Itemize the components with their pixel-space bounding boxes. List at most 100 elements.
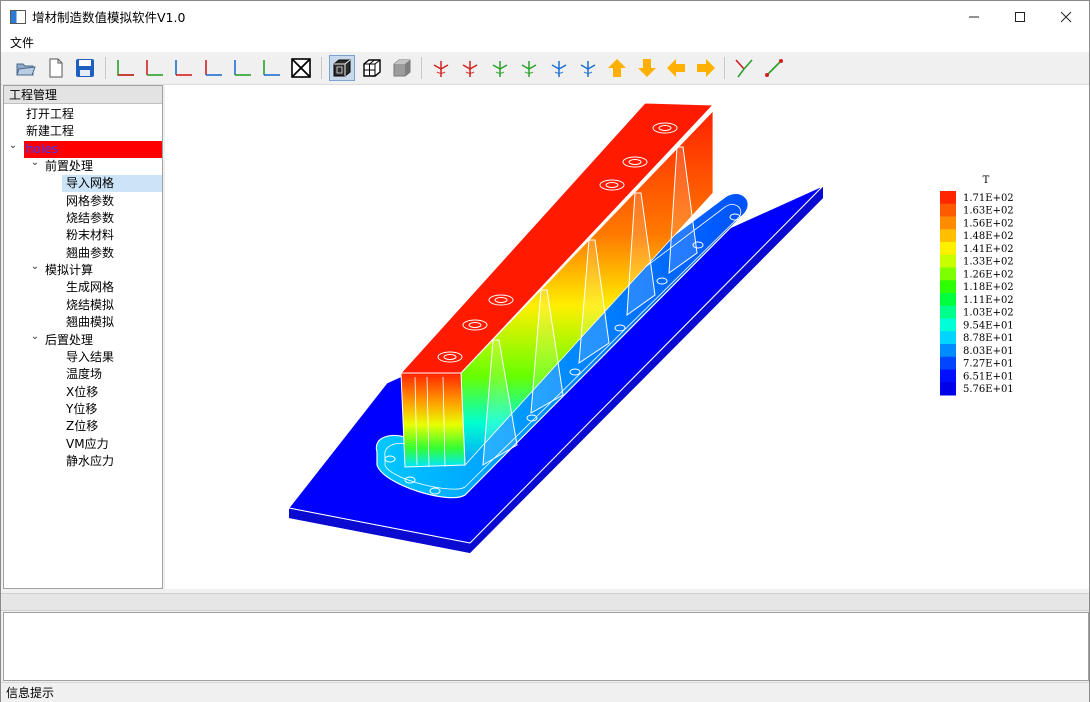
- tree-powder-material[interactable]: 粉末材料: [66, 227, 114, 244]
- zoom-out-line-icon: [765, 59, 783, 77]
- toolbar: [1, 52, 1089, 85]
- legend-swatch: [940, 331, 956, 345]
- tree-temperature-field[interactable]: 温度场: [66, 366, 102, 383]
- model-render[interactable]: T 1.71E+02 1.63E+021.56E+02 1.48E+02 1.41E+…: [165, 85, 1089, 589]
- tree-sinter-sim[interactable]: 烧结模拟: [66, 297, 114, 314]
- open-folder-button[interactable]: [13, 55, 39, 81]
- tree-hydrostatic-stress[interactable]: 静水应力: [66, 453, 114, 470]
- legend-label: 1.71E+02: [963, 193, 1014, 204]
- legend-label: 1.11E+02: [963, 295, 1014, 306]
- minimize-icon: [969, 16, 979, 17]
- close-icon: [1060, 11, 1072, 22]
- legend-label: 8.03E+01: [963, 346, 1014, 357]
- rotate-y-plus-icon: [492, 61, 508, 77]
- solid-mode-button[interactable]: [389, 55, 415, 81]
- chevron-down-icon[interactable]: ⌄: [29, 331, 41, 348]
- legend-swatch: [940, 356, 956, 370]
- legend-swatch: [940, 305, 956, 319]
- color-legend: T 1.71E+02 1.63E+021.56E+02 1.48E+02 1.41E+…: [940, 175, 1014, 396]
- panel-splitter[interactable]: [1, 593, 1089, 611]
- tree-vm-stress[interactable]: VM应力: [66, 436, 109, 453]
- view-zx-button[interactable]: [200, 55, 226, 81]
- save-button[interactable]: [72, 55, 98, 81]
- legend-swatch: [940, 344, 956, 358]
- legend-label: 1.63E+02: [963, 206, 1014, 217]
- axis-view-yx-icon: [146, 60, 163, 76]
- rotate-x-plus-icon: [433, 61, 449, 77]
- legend-label: 6.51E+01: [963, 371, 1014, 382]
- tree-postprocess[interactable]: 后置处理: [45, 332, 93, 349]
- render-viewport[interactable]: T 1.71E+02 1.63E+02 1.56E+02 1.48E+02 1.41E+…: [165, 85, 1089, 589]
- view-yz-button[interactable]: [229, 55, 255, 81]
- open-folder-icon: [16, 63, 36, 76]
- info-output-box[interactable]: [3, 612, 1089, 681]
- tree-z-displacement[interactable]: Z位移: [66, 418, 98, 435]
- rotate-z-plus-button[interactable]: [546, 55, 572, 81]
- axis-view-zy-icon: [263, 60, 280, 76]
- window-controls: [951, 1, 1089, 32]
- zoom-in-button[interactable]: [731, 55, 757, 81]
- tree-y-displacement[interactable]: Y位移: [66, 401, 97, 418]
- chevron-down-icon[interactable]: ⌄: [29, 157, 41, 174]
- tree-warp-params[interactable]: 翘曲参数: [66, 245, 114, 262]
- project-panel: 工程管理 打开工程 新建工程 ⌄ holes ⌄ 前置处理 导入网格 网格参数 …: [3, 85, 163, 589]
- legend-title: T: [983, 175, 990, 186]
- legend-swatch: [940, 280, 956, 294]
- zoom-out-button[interactable]: [761, 55, 787, 81]
- legend-label: 8.78E+01: [963, 333, 1014, 344]
- legend-label: 9.54E+01: [963, 320, 1014, 331]
- title-bar: 增材制造数值模拟软件V1.0: [1, 1, 1089, 32]
- rotate-y-minus-button[interactable]: [516, 55, 542, 81]
- wireframe-mode-button[interactable]: [329, 55, 355, 81]
- panel-title: 工程管理: [4, 86, 162, 104]
- maximize-button[interactable]: [997, 1, 1043, 32]
- legend-swatch: [940, 318, 956, 332]
- new-file-icon: [49, 58, 63, 78]
- tree-project-holes[interactable]: holes: [24, 141, 162, 158]
- legend-label: 1.03E+02: [963, 308, 1014, 319]
- view-zy-button[interactable]: [258, 55, 284, 81]
- view-xy-button[interactable]: [112, 55, 138, 81]
- rotate-x-minus-button[interactable]: [457, 55, 483, 81]
- tree-new-project[interactable]: 新建工程: [26, 123, 74, 140]
- legend-swatch: [940, 203, 956, 217]
- tree-open-project[interactable]: 打开工程: [26, 106, 74, 123]
- axis-view-yz-icon: [234, 60, 251, 76]
- arrow-down-icon: [638, 59, 656, 77]
- zoom-in-arrows-icon: [735, 59, 753, 78]
- fit-view-button[interactable]: [288, 55, 314, 81]
- tree-warp-sim[interactable]: 翘曲模拟: [66, 314, 114, 331]
- pan-up-button[interactable]: [604, 55, 630, 81]
- tree-x-displacement[interactable]: X位移: [66, 384, 98, 401]
- rotate-y-minus-icon: [521, 61, 537, 77]
- mesh-mode-button[interactable]: [359, 55, 385, 81]
- pan-down-button[interactable]: [634, 55, 660, 81]
- view-xz-button[interactable]: [170, 55, 196, 81]
- pan-left-button[interactable]: [663, 55, 689, 81]
- legend-swatch: [940, 191, 956, 205]
- axis-view-xy-icon: [117, 60, 134, 76]
- pan-right-button[interactable]: [693, 55, 719, 81]
- legend-label: 1.26E+02: [963, 269, 1014, 280]
- tree-sinter-params[interactable]: 烧结参数: [66, 210, 114, 227]
- tree-import-mesh[interactable]: 导入网格: [62, 175, 162, 192]
- menu-file[interactable]: 文件: [1, 34, 43, 51]
- tree-generate-mesh[interactable]: 生成网格: [66, 279, 114, 296]
- close-button[interactable]: [1043, 1, 1089, 32]
- new-file-button[interactable]: [43, 55, 69, 81]
- chevron-down-icon[interactable]: ⌄: [29, 261, 41, 278]
- tree-import-results[interactable]: 导入结果: [66, 349, 114, 366]
- maximize-icon: [1015, 11, 1025, 22]
- tree-mesh-params[interactable]: 网格参数: [66, 193, 114, 210]
- tree-simulation[interactable]: 模拟计算: [45, 262, 93, 279]
- minimize-button[interactable]: [951, 1, 997, 32]
- rotate-z-minus-button[interactable]: [575, 55, 601, 81]
- mesh-cube-icon: [363, 59, 381, 77]
- view-yx-button[interactable]: [141, 55, 167, 81]
- legend-label: 1.41E+02: [963, 244, 1014, 255]
- tree-preprocess[interactable]: 前置处理: [45, 158, 93, 175]
- rotate-x-plus-button[interactable]: [428, 55, 454, 81]
- chevron-down-icon[interactable]: ⌄: [7, 140, 19, 157]
- legend-label: 1.56E+02: [963, 218, 1014, 229]
- rotate-y-plus-button[interactable]: [487, 55, 513, 81]
